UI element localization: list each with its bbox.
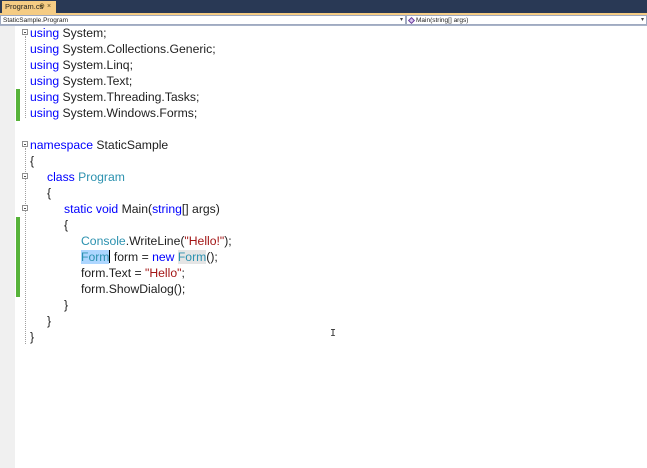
code-line: { xyxy=(30,154,35,168)
collapse-icon[interactable] xyxy=(22,141,28,147)
collapse-icon[interactable] xyxy=(22,173,28,179)
selected-text: Form xyxy=(81,250,110,264)
tab-title: Program.cs xyxy=(5,2,44,11)
collapse-icon[interactable] xyxy=(22,205,28,211)
method-icon xyxy=(407,16,416,25)
code-line: { xyxy=(64,218,69,232)
code-line: } xyxy=(47,314,52,328)
code-line: class Program xyxy=(47,170,125,184)
member-dropdown[interactable]: Main(string[] args) ▾ xyxy=(406,15,647,25)
code-line: using System; xyxy=(30,26,107,40)
code-line: namespace StaticSample xyxy=(30,138,169,152)
mouse-ibeam-cursor: I xyxy=(330,328,337,339)
type-dropdown[interactable]: StaticSample.Program ▾ xyxy=(0,15,406,25)
code-line: { xyxy=(47,186,52,200)
code-line: form.ShowDialog(); xyxy=(81,282,186,296)
collapse-icon[interactable] xyxy=(22,29,28,35)
code-line: using System.Windows.Forms; xyxy=(30,106,198,120)
member-dropdown-value: Main(string[] args) xyxy=(416,17,469,24)
close-icon[interactable]: × xyxy=(47,1,51,13)
chevron-down-icon: ▾ xyxy=(640,17,644,23)
change-bar xyxy=(16,89,20,121)
editor-gutter xyxy=(0,26,15,468)
code-line: Form form = new Form(); xyxy=(81,250,218,264)
chevron-down-icon: ▾ xyxy=(399,17,403,23)
change-bar xyxy=(16,217,20,297)
code-line: using System.Linq; xyxy=(30,58,133,72)
code-line: Console.WriteLine("Hello!"); xyxy=(81,234,232,248)
code-line: form.Text = "Hello"; xyxy=(81,266,185,280)
document-tab-strip: Program.cs ⊕ × xyxy=(0,0,647,15)
tab-program-cs[interactable]: Program.cs ⊕ × xyxy=(2,1,56,13)
code-line: using System.Collections.Generic; xyxy=(30,42,216,56)
pin-icon[interactable]: ⊕ xyxy=(39,1,45,13)
code-line: static void Main(string[] args) xyxy=(64,202,220,216)
type-dropdown-value: StaticSample.Program xyxy=(3,17,69,24)
code-line: using System.Text; xyxy=(30,74,133,88)
code-line: } xyxy=(30,330,35,344)
code-line: using System.Threading.Tasks; xyxy=(30,90,200,104)
outline-guide xyxy=(25,36,26,118)
code-line: } xyxy=(64,298,69,312)
